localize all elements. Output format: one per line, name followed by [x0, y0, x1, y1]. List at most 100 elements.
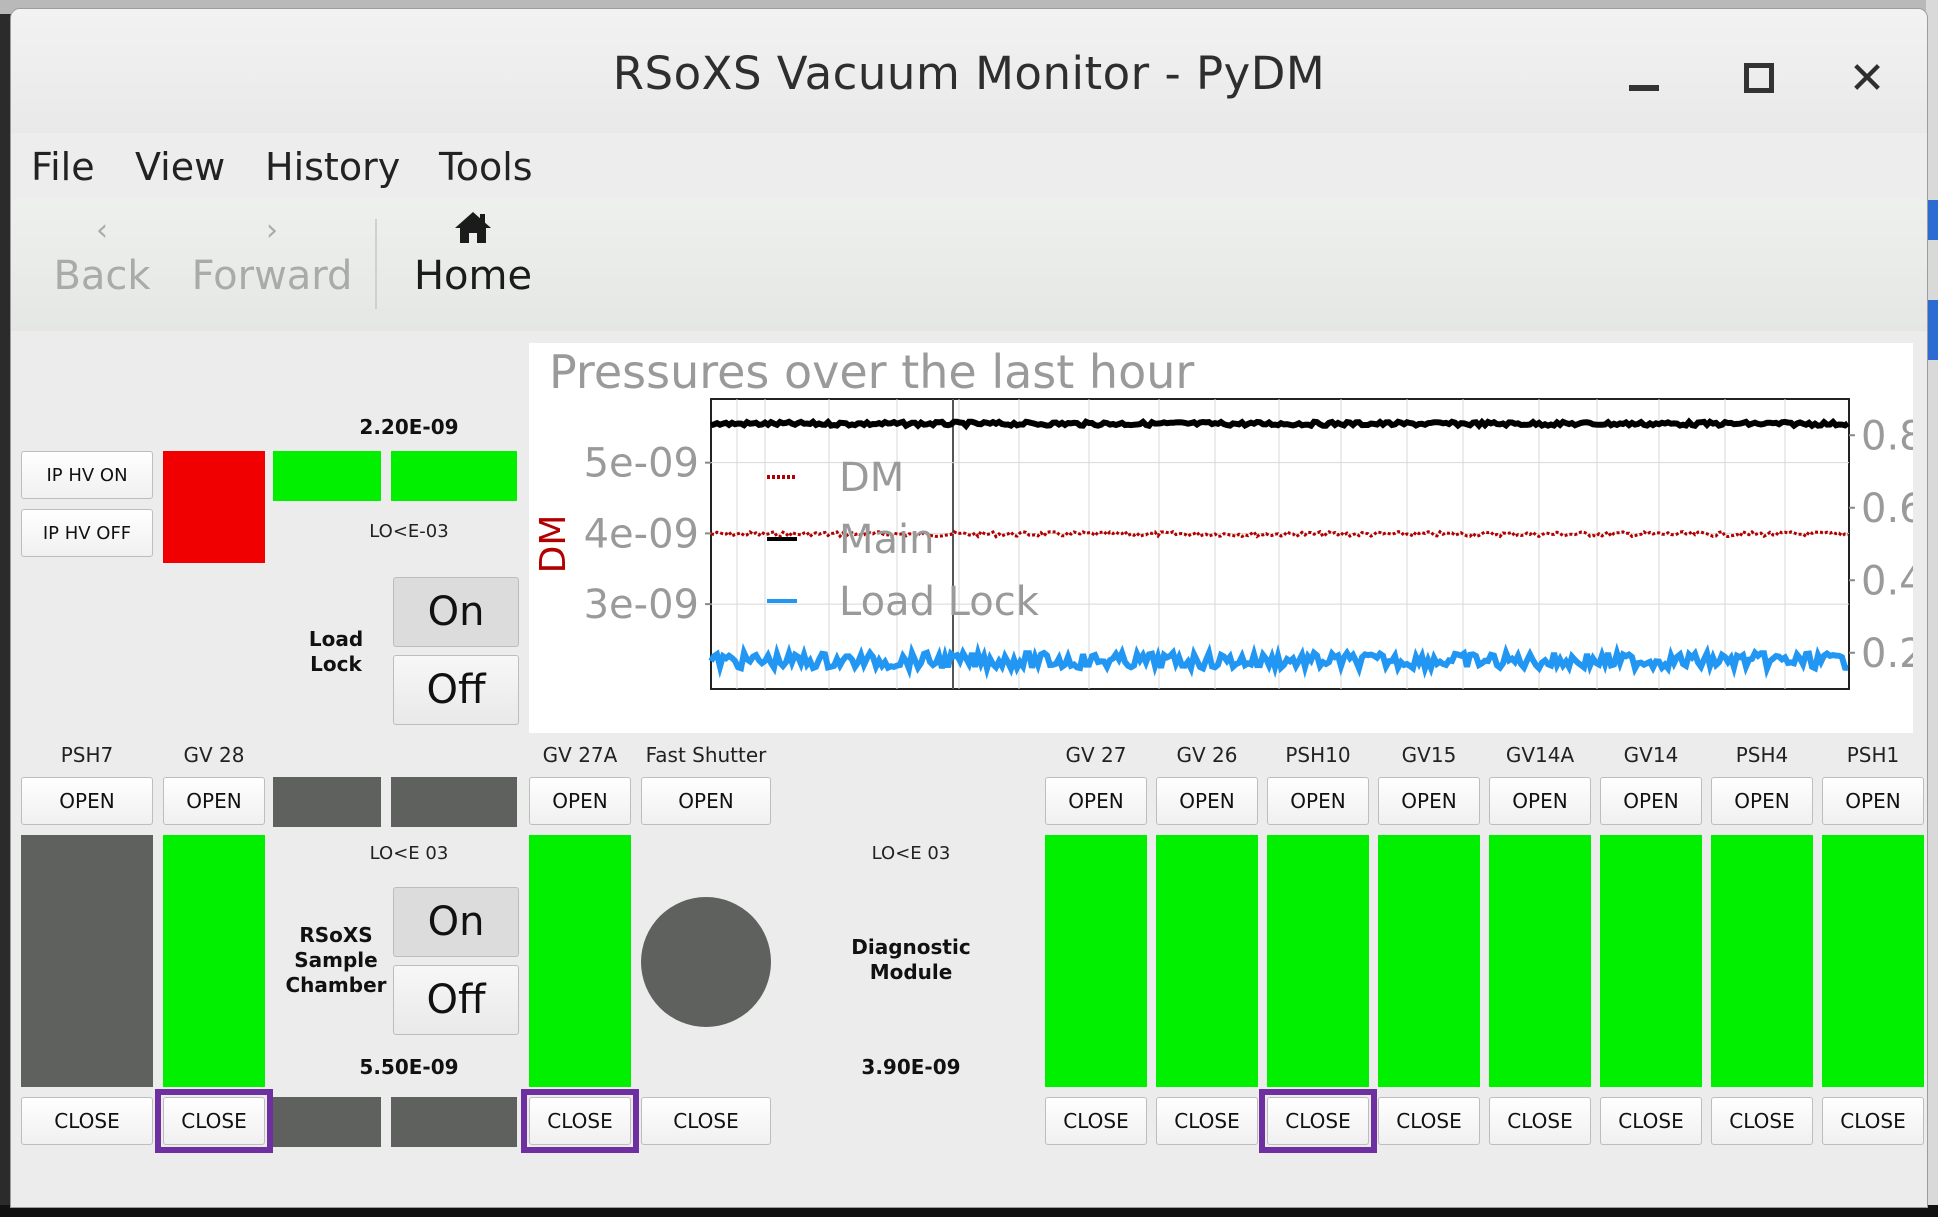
diagnostic-pressure: 3.90E-09 — [861, 1055, 961, 1079]
chamber-on-button[interactable]: On — [393, 887, 519, 957]
menu-file[interactable]: File — [31, 145, 95, 189]
gv27-open-button[interactable]: OPEN — [1045, 777, 1147, 825]
load-lock-pressure: 2.20E-09 — [359, 415, 459, 439]
navigation-toolbar: ‹ Back › Forward Home — [11, 199, 1927, 331]
load-lock-gauge-indicator-2 — [391, 451, 517, 501]
gv27a-open-button[interactable]: OPEN — [529, 777, 631, 825]
close-window-button[interactable]: ✕ — [1837, 49, 1897, 109]
valve-label-gv26: GV 26 — [1176, 743, 1238, 767]
gv28-open-button[interactable]: OPEN — [163, 777, 265, 825]
vacuum-panel: 2.20E-09 IP HV ON IP HV OFF LO<E-03 Load… — [11, 331, 1927, 1207]
ip-hv-status-indicator — [163, 451, 265, 563]
ytick-left-0: 5e-09 — [584, 441, 699, 487]
ip-hv-on-button[interactable]: IP HV ON — [21, 451, 153, 499]
gv14a-status-indicator — [1489, 835, 1591, 1087]
valve-label-gv15: GV15 — [1401, 743, 1457, 767]
back-label: Back — [53, 253, 151, 299]
valve-label-gv14a: GV14A — [1505, 743, 1575, 767]
psh1-close-button[interactable]: CLOSE — [1822, 1097, 1924, 1145]
psh1-status-indicator — [1822, 835, 1924, 1087]
fast-shutter-open-button[interactable]: OPEN — [641, 777, 771, 825]
gv14-status-indicator — [1600, 835, 1702, 1087]
psh4-status-indicator — [1711, 835, 1813, 1087]
chamber-gauge-indicator-4 — [391, 1097, 517, 1147]
gv26-close-button[interactable]: CLOSE — [1156, 1097, 1258, 1145]
ytick-right-2: 0.4 — [1861, 558, 1913, 604]
back-button[interactable]: ‹ Back — [37, 209, 167, 299]
menu-tools[interactable]: Tools — [439, 145, 533, 189]
psh10-open-button[interactable]: OPEN — [1267, 777, 1369, 825]
gv26-open-button[interactable]: OPEN — [1156, 777, 1258, 825]
gv27-close-button[interactable]: CLOSE — [1045, 1097, 1147, 1145]
chamber-off-button[interactable]: Off — [393, 965, 519, 1035]
menu-bar: File View History Tools — [11, 133, 1927, 199]
ip-hv-off-button[interactable]: IP HV OFF — [21, 509, 153, 557]
gv27a-status-indicator — [529, 835, 631, 1087]
chamber-label: RSoXS Sample Chamber — [285, 923, 387, 997]
ytick-left-2: 3e-09 — [584, 582, 699, 628]
ytick-left-1: 4e-09 — [584, 511, 699, 557]
valve-label-gv28: GV 28 — [183, 743, 245, 767]
menu-history[interactable]: History — [265, 145, 400, 189]
load-lock-off-button[interactable]: Off — [393, 655, 519, 725]
title-bar: RSoXS Vacuum Monitor - PyDM ✕ — [11, 9, 1927, 134]
diagnostic-status: LO<E 03 — [871, 843, 951, 864]
gv28-status-indicator — [163, 835, 265, 1087]
valve-label-gv14: GV14 — [1623, 743, 1679, 767]
valve-label-gv27a: GV 27A — [542, 743, 618, 767]
psh7-close-button[interactable]: CLOSE — [21, 1097, 153, 1145]
psh4-open-button[interactable]: OPEN — [1711, 777, 1813, 825]
menu-view[interactable]: View — [135, 145, 225, 189]
gv14a-close-button[interactable]: CLOSE — [1489, 1097, 1591, 1145]
home-label: Home — [413, 253, 533, 299]
psh4-close-button[interactable]: CLOSE — [1711, 1097, 1813, 1145]
gv14-close-button[interactable]: CLOSE — [1600, 1097, 1702, 1145]
highlight-box-psh10-close — [1259, 1089, 1377, 1153]
fast-shutter-close-button[interactable]: CLOSE — [641, 1097, 771, 1145]
maximize-icon — [1744, 63, 1774, 93]
legend-entry-0: DM — [839, 455, 904, 501]
home-button[interactable]: Home — [403, 209, 543, 299]
forward-label: Forward — [191, 253, 353, 299]
gv15-open-button[interactable]: OPEN — [1378, 777, 1480, 825]
gv14a-open-button[interactable]: OPEN — [1489, 777, 1591, 825]
y-axis-label: DM — [533, 515, 574, 574]
minimize-icon — [1629, 85, 1659, 91]
forward-button[interactable]: › Forward — [177, 209, 367, 299]
chamber-pressure: 5.50E-09 — [359, 1055, 459, 1079]
gv14-open-button[interactable]: OPEN — [1600, 777, 1702, 825]
ytick-right-3: 0.2 — [1861, 631, 1913, 677]
main-window: RSoXS Vacuum Monitor - PyDM ✕ File View … — [10, 8, 1928, 1208]
chamber-status: LO<E 03 — [369, 843, 449, 864]
chamber-gauge-indicator-3 — [273, 1097, 381, 1147]
valve-label-fast-shutter: Fast Shutter — [645, 743, 767, 767]
pressure-plot: Pressures over the last hour 5e-09 4e-09 3… — [529, 343, 1913, 733]
highlight-box-gv27a-close — [521, 1089, 639, 1153]
gv15-close-button[interactable]: CLOSE — [1378, 1097, 1480, 1145]
home-icon — [403, 209, 543, 253]
valve-label-gv27: GV 27 — [1065, 743, 1127, 767]
psh7-open-button[interactable]: OPEN — [21, 777, 153, 825]
psh10-status-indicator — [1267, 835, 1369, 1087]
psh1-open-button[interactable]: OPEN — [1822, 777, 1924, 825]
chamber-gauge-indicator-2 — [391, 777, 517, 827]
valve-label-psh10: PSH10 — [1285, 743, 1351, 767]
valve-label-psh1: PSH1 — [1846, 743, 1900, 767]
chevron-right-icon: › — [266, 213, 278, 248]
load-lock-on-button[interactable]: On — [393, 577, 519, 647]
toolbar-separator — [375, 219, 377, 309]
gv15-status-indicator — [1378, 835, 1480, 1087]
fast-shutter-status-indicator — [641, 897, 771, 1027]
ytick-right-1: 0.6 — [1861, 486, 1913, 532]
highlight-box-gv28-close — [155, 1089, 273, 1153]
gv27-status-indicator — [1045, 835, 1147, 1087]
ytick-right-0: 0.8 — [1861, 413, 1913, 459]
psh7-status-indicator — [21, 835, 153, 1087]
gv26-status-indicator — [1156, 835, 1258, 1087]
chevron-left-icon: ‹ — [96, 213, 108, 248]
valve-label-psh7: PSH7 — [60, 743, 114, 767]
legend-entry-2: Load Lock — [839, 579, 1040, 625]
pressure-chart: 5e-09 4e-09 3e-09 0.8 0.6 0.4 0.2 DM DM Main Load … — [533, 398, 1913, 690]
valve-label-psh4: PSH4 — [1735, 743, 1789, 767]
load-lock-gauge-indicator-1 — [273, 451, 381, 501]
